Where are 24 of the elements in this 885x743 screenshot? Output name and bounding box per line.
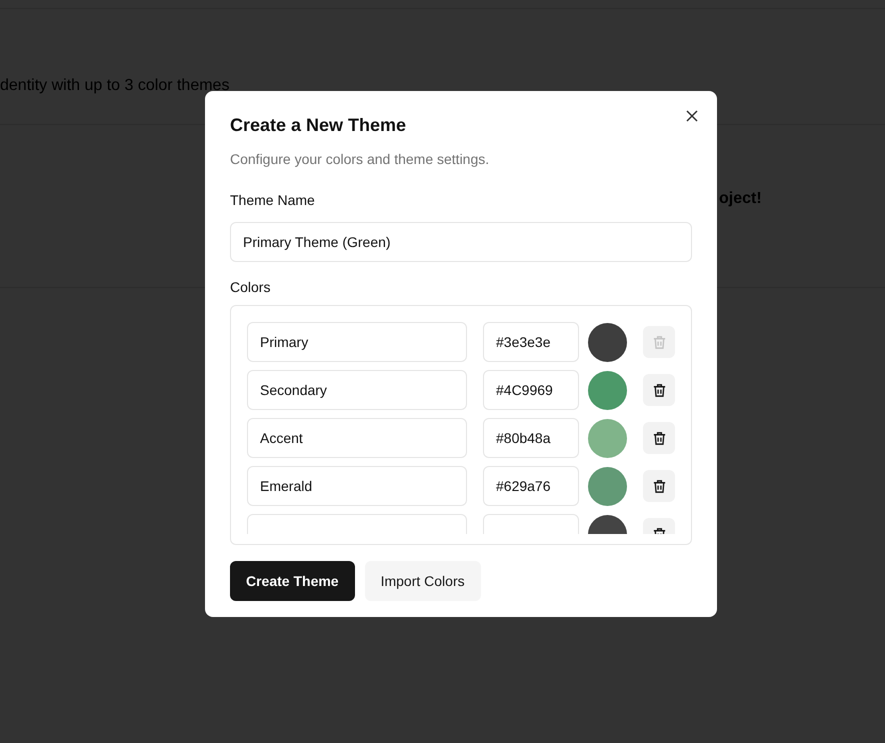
close-icon[interactable] [685,109,699,123]
color-swatch[interactable] [588,370,627,410]
hex-input[interactable]: #80b48a [483,418,579,458]
trash-icon [652,382,666,398]
field-label: Colors [230,278,272,297]
import-colors-button[interactable]: Import Colors [364,561,481,601]
field-label: Theme Name [230,191,316,210]
create-theme-button[interactable]: Create Theme [230,561,355,601]
hex-input[interactable]: #4C9969 [483,370,579,410]
delete-button[interactable] [643,374,675,406]
dialog-title: Create a New Theme [230,114,408,137]
trash-icon [652,430,666,446]
delete-button[interactable] [643,422,675,454]
color-name-input[interactable]: Emerald [247,466,467,506]
color-swatch[interactable] [588,466,627,506]
hex-input[interactable]: #629a76 [483,466,579,506]
color-name-input[interactable]: Secondary [247,370,467,410]
color-name-input[interactable]: Accent [247,418,467,458]
trash-icon [652,478,666,494]
delete-button[interactable] [643,470,675,502]
theme-name-input[interactable]: Primary Theme (Green) [230,222,692,262]
trash-icon [652,334,666,350]
color-swatch[interactable] [588,418,627,458]
dialog-description: Configure your colors and theme settings. [230,150,490,169]
